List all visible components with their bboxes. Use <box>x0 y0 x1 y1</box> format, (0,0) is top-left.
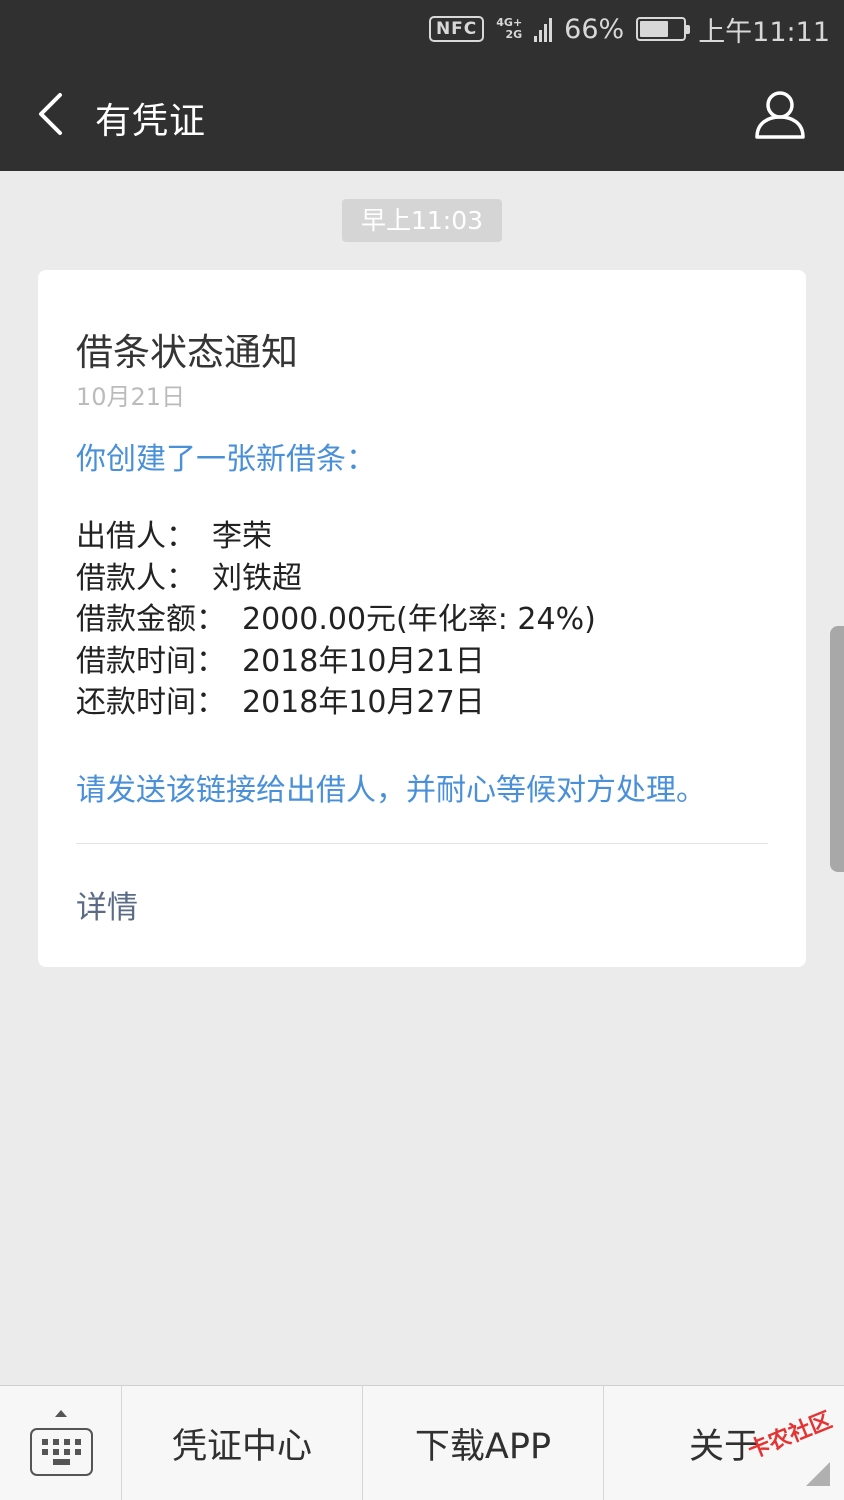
field-value: 2018年10月27日 <box>242 685 485 720</box>
title-bar: 有凭证 <box>0 58 844 171</box>
menu-label: 下载APP <box>414 1426 552 1467</box>
chevron-left-icon <box>39 93 62 135</box>
field-value: 2000.00元(年化率: 24%) <box>242 602 596 637</box>
battery-icon <box>636 17 691 41</box>
menu-label: 凭证中心 <box>171 1426 312 1467</box>
network-bottom-label: 2G <box>505 28 523 41</box>
bottom-menu: 凭证中心 下载APP 关于 <box>0 1385 844 1500</box>
back-button[interactable] <box>30 88 70 140</box>
field-label: 借款人： <box>76 560 196 596</box>
borrower-row: 借款人： 刘铁超 <box>76 558 596 600</box>
scroll-handle[interactable] <box>830 626 844 872</box>
field-value: 李荣 <box>212 519 272 554</box>
message-timestamp: 早上11:03 <box>342 199 502 242</box>
status-bar: NFC 4G+ 2G 66% 上午11:11 <box>0 0 844 58</box>
detail-link[interactable]: 详情 <box>76 882 138 927</box>
message-card[interactable]: 借条状态通知 10月21日 你创建了一张新借条： 出借人： 李荣 借款人： 刘铁超 … <box>38 270 806 967</box>
chevron-up-icon <box>55 1410 67 1417</box>
field-label: 还款时间： <box>76 685 226 720</box>
signal-icon <box>534 16 553 42</box>
menu-voucher-center[interactable]: 凭证中心 <box>122 1386 363 1500</box>
clock: 上午11:11 <box>698 16 830 48</box>
network-indicator: 4G+ 2G <box>496 17 522 41</box>
field-label: 借款时间： <box>76 643 226 679</box>
loan-details: 出借人： 李荣 借款人： 刘铁超 借款金额： 2000.00元(年化率: 24%) 借… <box>76 516 596 724</box>
divider <box>76 843 768 844</box>
field-label: 出借人： <box>76 519 196 554</box>
field-value: 2018年10月21日 <box>242 643 485 679</box>
loan-date-row: 借款时间： 2018年10月21日 <box>76 641 596 683</box>
battery-percent: 66% <box>564 13 625 45</box>
card-intro: 你创建了一张新借条： <box>76 442 376 477</box>
field-value: 刘铁超 <box>212 560 302 596</box>
card-title: 借条状态通知 <box>76 331 298 374</box>
page-title: 有凭证 <box>95 101 207 142</box>
lender-row: 出借人： 李荣 <box>76 516 596 558</box>
menu-download-app[interactable]: 下载APP <box>363 1386 604 1500</box>
corner-triangle-icon <box>806 1462 830 1486</box>
card-date: 10月21日 <box>76 383 186 411</box>
card-note: 请发送该链接给出借人，并耐心等候对方处理。 <box>76 773 706 808</box>
amount-row: 借款金额： 2000.00元(年化率: 24%) <box>76 599 596 641</box>
keyboard-toggle-button[interactable] <box>0 1386 122 1500</box>
user-icon <box>755 91 805 139</box>
keyboard-icon <box>30 1428 93 1476</box>
field-label: 借款金额： <box>76 602 226 637</box>
profile-button[interactable] <box>754 90 806 140</box>
repay-date-row: 还款时间： 2018年10月27日 <box>76 682 596 724</box>
nfc-indicator: NFC <box>428 16 485 42</box>
